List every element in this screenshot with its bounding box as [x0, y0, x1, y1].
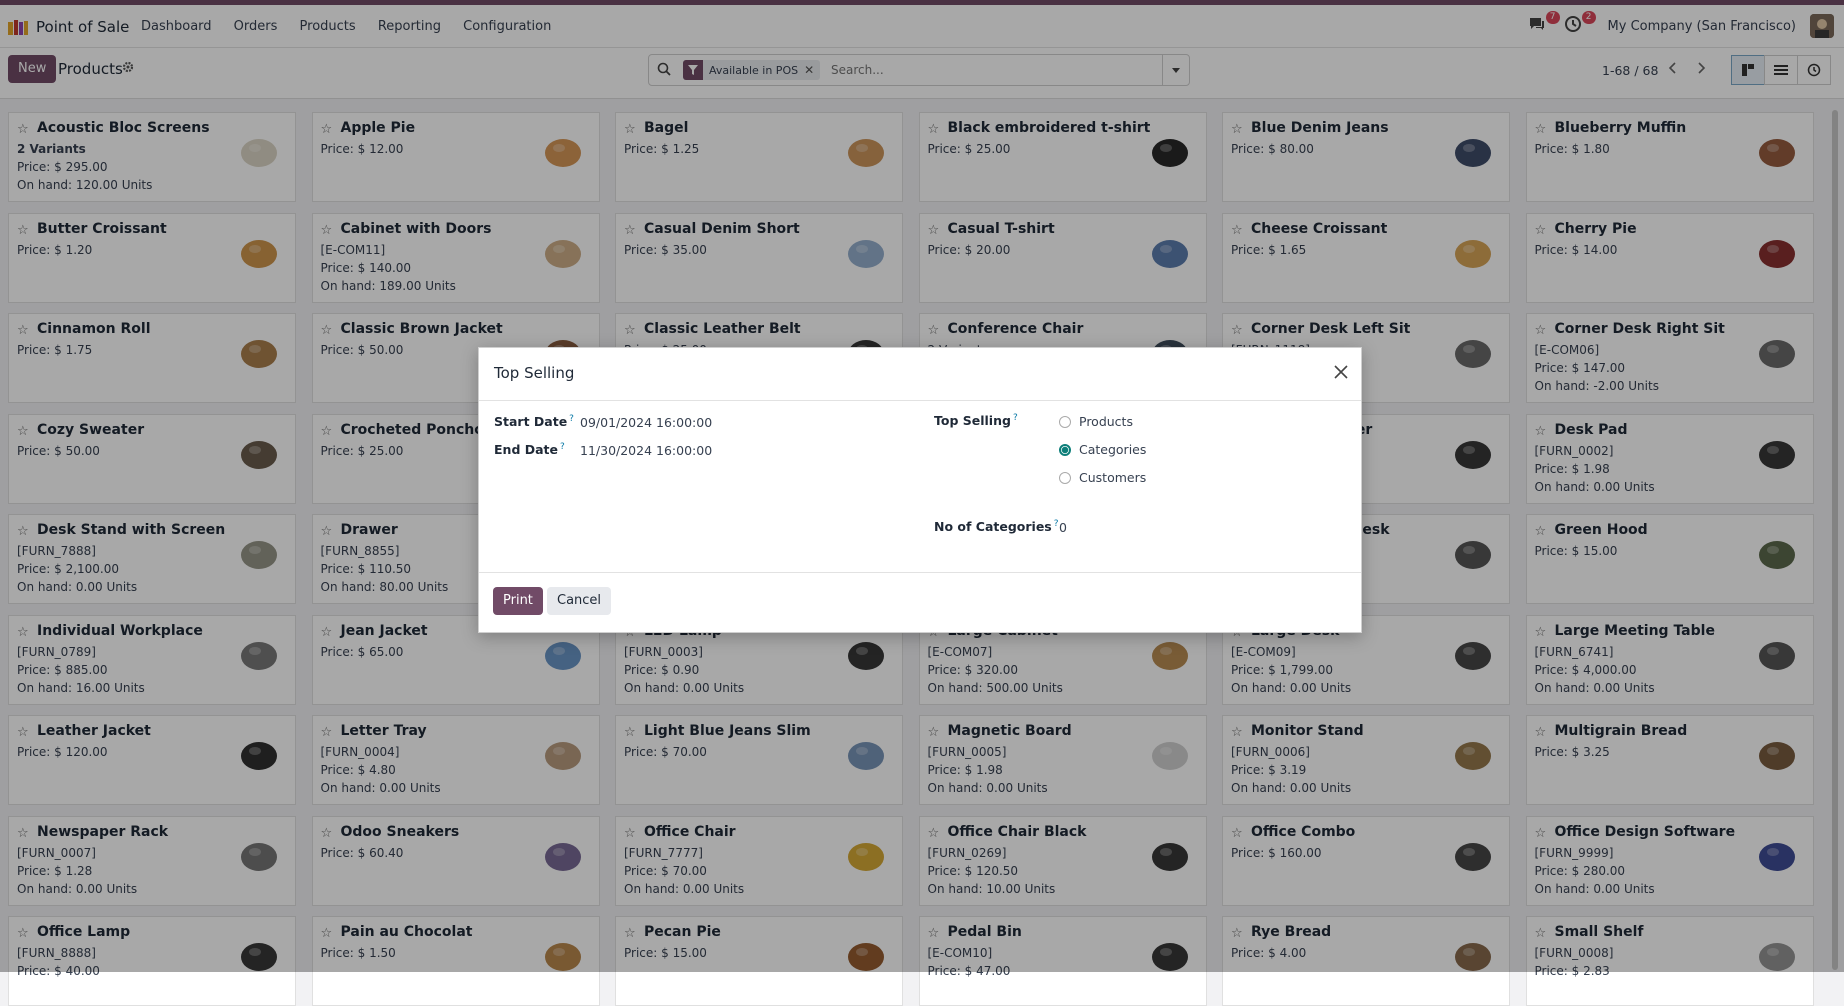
count-label: No of Categories? — [934, 519, 1059, 535]
count-field[interactable]: 0 — [1059, 520, 1067, 535]
radio-products-label: Products — [1079, 414, 1133, 429]
help-icon[interactable]: ? — [1013, 413, 1018, 423]
start-date-field[interactable]: 09/01/2024 16:00:00 — [580, 415, 712, 430]
dialog-header: Top Selling — [479, 348, 1361, 401]
close-icon[interactable] — [1331, 362, 1351, 382]
end-date-label: End Date? — [494, 442, 565, 458]
radio-customers-input[interactable] — [1059, 471, 1071, 484]
end-date-field[interactable]: 11/30/2024 16:00:00 — [580, 443, 712, 458]
radio-customers[interactable]: Customers — [1059, 470, 1146, 485]
top-selling-dialog: Top Selling Start Date? 09/01/2024 16:00… — [478, 347, 1362, 633]
start-date-label: Start Date? — [494, 414, 574, 430]
print-button[interactable]: Print — [493, 587, 543, 615]
dialog-title: Top Selling — [494, 364, 575, 382]
radio-customers-label: Customers — [1079, 470, 1147, 485]
dialog-footer: Print Cancel — [479, 572, 1361, 633]
radio-products-input[interactable] — [1059, 415, 1071, 428]
help-icon[interactable]: ? — [569, 414, 574, 424]
radio-products[interactable]: Products — [1059, 414, 1133, 429]
radio-categories-label: Categories — [1079, 442, 1147, 457]
radio-categories[interactable]: Categories — [1059, 442, 1146, 457]
cancel-button[interactable]: Cancel — [547, 587, 612, 615]
help-icon[interactable]: ? — [1054, 519, 1059, 529]
help-icon[interactable]: ? — [560, 442, 565, 452]
top-selling-label: Top Selling? — [934, 413, 1018, 429]
radio-categories-input[interactable] — [1059, 443, 1071, 456]
